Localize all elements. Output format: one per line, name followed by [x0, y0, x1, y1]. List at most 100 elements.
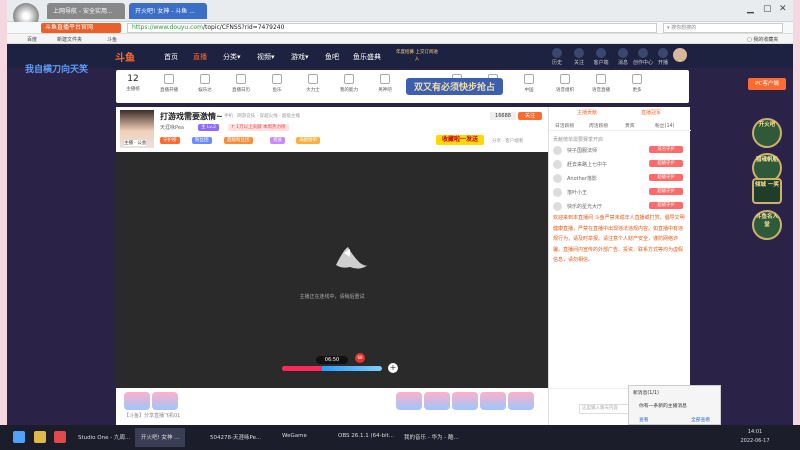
- history-icon: [552, 48, 562, 58]
- favorite-new-folder[interactable]: 新建文件夹: [57, 36, 82, 43]
- cat-voice-live[interactable]: 语音直播: [588, 74, 614, 93]
- gift-item[interactable]: [152, 392, 178, 410]
- tab-weekly[interactable]: 周活跃榜: [589, 122, 608, 129]
- share-links[interactable]: 分享 · 客户端看: [492, 138, 523, 144]
- cat-voice-org[interactable]: 语音组织: [552, 74, 578, 93]
- calendar-icon: [236, 74, 246, 84]
- room-tags[interactable]: 手机 · 网游竞技 · 穿越火线 · 超级主播: [224, 113, 300, 119]
- gift-item[interactable]: [508, 392, 534, 410]
- user-avatar[interactable]: [673, 48, 687, 62]
- rank-row[interactable]: 赶去来路上七中午 超级守护: [553, 159, 687, 171]
- taskbar-wegame[interactable]: WeGame: [276, 428, 313, 447]
- site-button[interactable]: 斗鱼直播平台官网: [41, 23, 121, 33]
- right-decor-3[interactable]: 倾城 一笑: [752, 178, 782, 204]
- weekly-rank-badge[interactable]: ↑ 1万以上贡献 本周热力榜: [228, 124, 289, 131]
- badge-guard[interactable]: 守护榜: [160, 137, 180, 144]
- nav-games[interactable]: 游戏▾: [291, 52, 309, 62]
- category-banner[interactable]: 双又有必须快步抢占: [406, 78, 504, 95]
- nav-start-live[interactable]: 开播: [653, 48, 673, 66]
- cat-ability[interactable]: 我的能力: [336, 74, 362, 93]
- popup-view[interactable]: 查看: [639, 416, 649, 423]
- windows-start-icon[interactable]: [13, 431, 25, 443]
- cat-start[interactable]: 直播开播: [156, 74, 182, 93]
- video-player[interactable]: 主播正在连线中，请稍后重试 06:50 68 +: [116, 152, 548, 388]
- nav-festival[interactable]: 鱼乐盛典: [353, 52, 381, 62]
- nav-creator[interactable]: 创作中心: [633, 48, 653, 66]
- badge-super-fanclub[interactable]: 超级粉丝团: [224, 137, 253, 144]
- right-decor-1[interactable]: 开火吧: [752, 118, 782, 148]
- nav-live[interactable]: 直播: [193, 52, 207, 62]
- notification-popup[interactable]: 新消息(1/1) 你有一条新的主播消息 查看 全部查看: [628, 385, 721, 425]
- maximize-icon[interactable]: ▢: [763, 4, 772, 14]
- chat-input[interactable]: 这里输入聊天内容: [579, 404, 633, 414]
- taskbar-live[interactable]: 504278-天涯咏Pe...: [204, 428, 267, 447]
- rank-row[interactable]: 快乐的星光大厅 超级守护: [553, 201, 687, 213]
- system-clock[interactable]: 14:01 2022-06-17: [735, 428, 775, 446]
- tab-navigation[interactable]: 上网导航 - 安全实用...: [47, 3, 125, 19]
- collect-button[interactable]: 收藏啦一发送: [436, 135, 484, 145]
- cat-fun[interactable]: 鱼乐: [264, 74, 290, 93]
- badge-noble[interactable]: 贵族: [270, 137, 285, 144]
- rank-avatar-icon: [553, 160, 562, 169]
- gift-item[interactable]: [452, 392, 478, 410]
- taskbar-obs[interactable]: OBS 26.1.1 (64-bit...: [332, 428, 400, 447]
- cat-china[interactable]: 中国: [516, 74, 542, 93]
- rank-avatar-icon: [553, 174, 562, 183]
- god-icon: [380, 74, 390, 84]
- favorite-douyu[interactable]: 斗鱼: [107, 36, 117, 43]
- rank-row[interactable]: Another落影 超级守护: [553, 173, 687, 185]
- favorite-baidu[interactable]: 百度: [27, 36, 37, 43]
- tab-fans[interactable]: 粉丝(14): [655, 122, 674, 129]
- app-icon[interactable]: [54, 431, 66, 443]
- gift-item[interactable]: [396, 392, 422, 410]
- host-name[interactable]: 天涯咏Pea: [160, 124, 184, 131]
- cat-entertain[interactable]: 娱乐达: [192, 74, 218, 93]
- taskbar-studio-one[interactable]: Studio One - 九周...: [72, 428, 136, 447]
- gift-item[interactable]: [124, 392, 150, 410]
- minimize-icon[interactable]: ▁: [747, 4, 754, 14]
- rank-avatar-icon: [553, 188, 562, 197]
- cat-calendar[interactable]: 直播日历: [228, 74, 254, 93]
- side-panel: 主播贡献 直播冠军 日活跃榜 周活跃榜 贵宾 粉丝(14) 贡献榜单需要赛季开启…: [548, 107, 691, 425]
- badge-contribution[interactable]: 贡献榜单: [296, 137, 320, 144]
- nav-promo[interactable]: 年度招募 上交订阅进入: [395, 49, 439, 63]
- voice-org-icon: [560, 74, 570, 84]
- pc-client-button[interactable]: PC客户端: [748, 78, 786, 90]
- browser-search-input[interactable]: ▾ 搜你想搜的: [663, 23, 783, 33]
- tab-live-champion[interactable]: 直播冠军: [641, 109, 661, 116]
- badge-fanclub[interactable]: 粉丝团: [192, 137, 212, 144]
- nav-follow[interactable]: 关注: [569, 48, 589, 66]
- folder-icon[interactable]: [34, 431, 46, 443]
- gift-item[interactable]: [480, 392, 506, 410]
- cat-god[interactable]: 男神吧: [372, 74, 398, 93]
- douyu-logo[interactable]: 斗鱼: [115, 49, 135, 64]
- taskbar-browser[interactable]: 开火吧! 女神 ...: [135, 428, 186, 447]
- gift-item[interactable]: [424, 392, 450, 410]
- host-label: 主播 · 公会: [124, 140, 147, 146]
- nav-home[interactable]: 首页: [164, 52, 178, 62]
- nav-messages[interactable]: 消息: [613, 48, 633, 66]
- cat-strong[interactable]: 大力士: [300, 74, 326, 93]
- tab-vip[interactable]: 贵宾: [625, 122, 635, 129]
- nav-history[interactable]: 历史: [547, 48, 567, 66]
- cat-rank[interactable]: 12 主播榜: [120, 74, 146, 92]
- nav-category[interactable]: 分类▾: [223, 52, 241, 62]
- cat-more[interactable]: 更多: [624, 74, 650, 93]
- rank-row[interactable]: 快子国服法师 成名守护: [553, 145, 687, 157]
- url-input[interactable]: https://www.douyu.com/topic/CFNSS?rid=74…: [127, 23, 657, 33]
- tab-host-contribution[interactable]: 主播贡献: [577, 109, 597, 116]
- nav-video[interactable]: 视频▾: [257, 52, 275, 62]
- taskbar-music[interactable]: 我的音乐 - 华为 - 酷...: [398, 428, 465, 447]
- favorites-folder[interactable]: ▢ 我的收藏夹: [747, 36, 778, 43]
- nav-yuba[interactable]: 鱼吧: [325, 52, 339, 62]
- nav-client[interactable]: 客户端: [591, 48, 611, 66]
- follow-button[interactable]: 关注: [518, 112, 542, 120]
- tab-daily[interactable]: 日活跃榜: [555, 122, 574, 129]
- close-icon[interactable]: ✕: [779, 4, 787, 14]
- rank-row[interactable]: 落叶小王 超级守护: [553, 187, 687, 199]
- gift-bar-label: 【斗鱼】分享直播飞机01: [124, 413, 181, 419]
- tab-douyu[interactable]: 开火吧! 女神 - 斗鱼 ...: [129, 3, 207, 19]
- right-decor-4[interactable]: 斗鱼名人堂: [752, 210, 782, 240]
- popup-view-all[interactable]: 全部查看: [691, 416, 710, 423]
- add-icon[interactable]: +: [388, 363, 398, 373]
